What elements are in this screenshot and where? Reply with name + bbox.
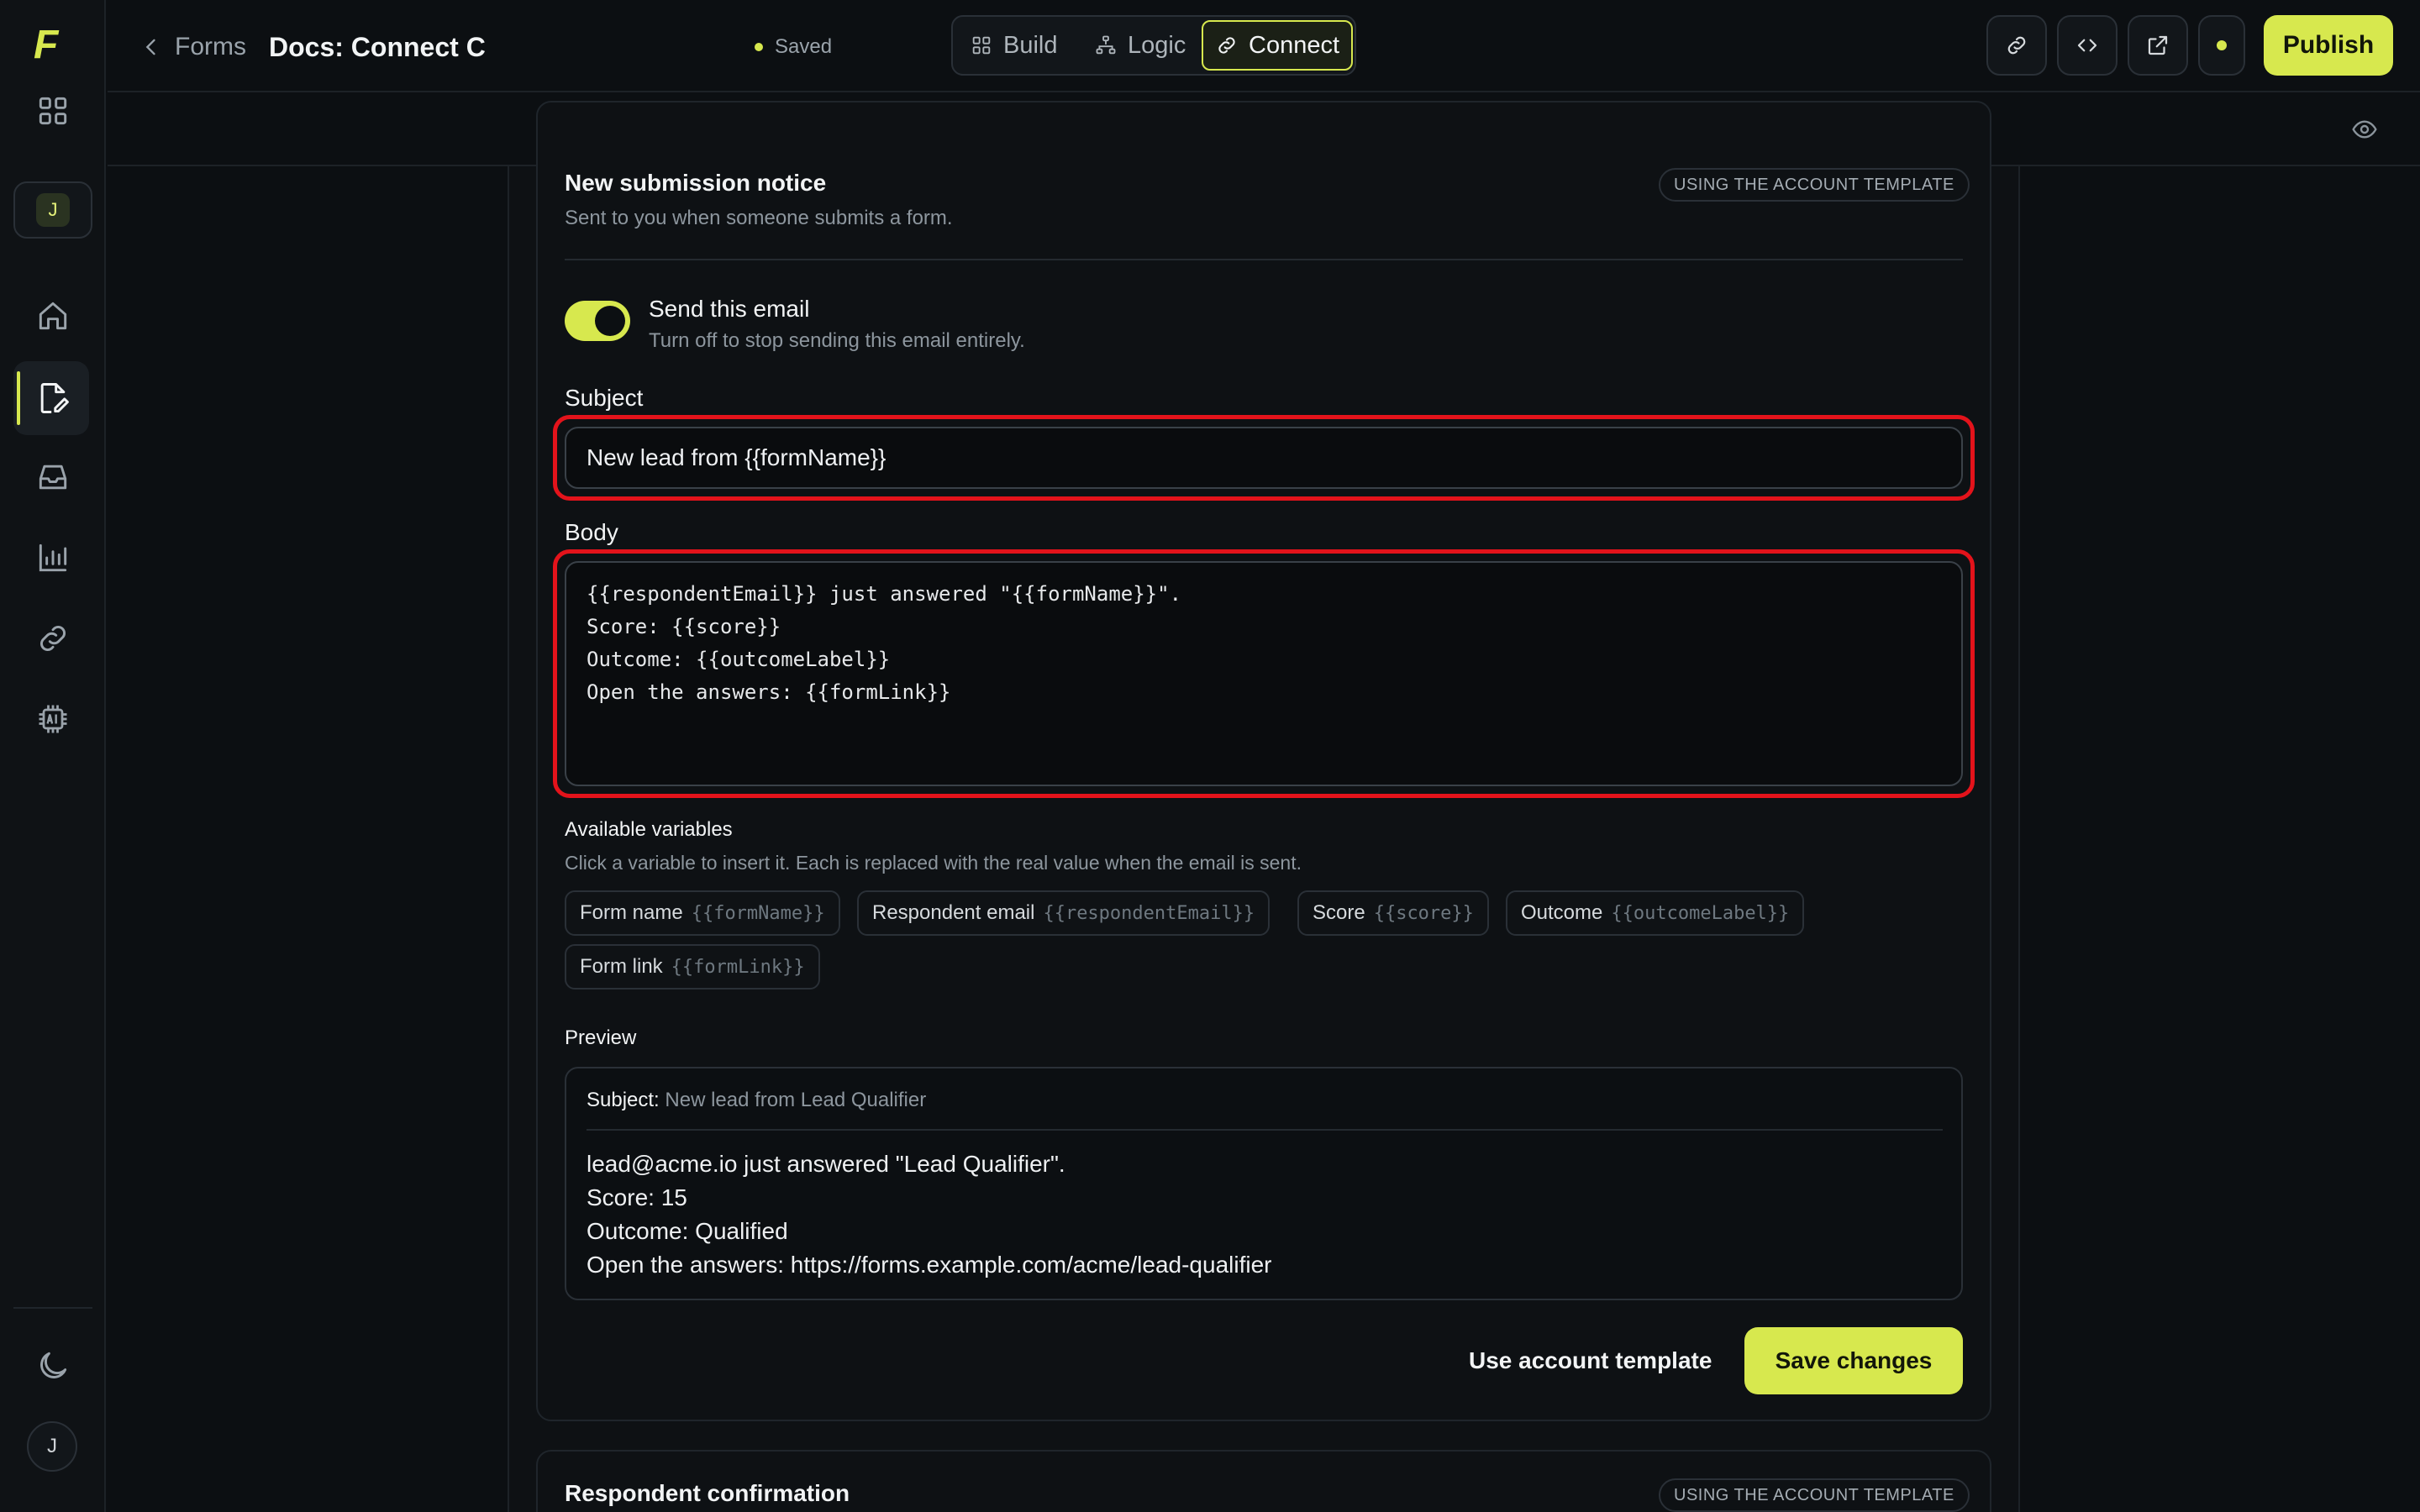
chip-token: {{respondentEmail}}: [1043, 902, 1255, 924]
embed-code-button[interactable]: [2057, 15, 2118, 76]
workspace-avatar: J: [36, 193, 70, 227]
preview-line: Open the answers: https://forms.example.…: [587, 1252, 1272, 1278]
chip-token: {{score}}: [1373, 902, 1474, 924]
body-textarea[interactable]: {{respondentEmail}} just answered "{{for…: [565, 561, 1963, 786]
chevron-left-icon: [145, 39, 155, 55]
preview-body: lead@acme.io just answered "Lead Qualifi…: [587, 1147, 1271, 1282]
publish-status-indicator[interactable]: [2198, 15, 2245, 76]
save-changes-button[interactable]: Save changes: [1744, 1327, 1963, 1394]
use-account-template-button[interactable]: Use account template: [1469, 1337, 1712, 1384]
page-title[interactable]: Docs: Connect C: [269, 29, 486, 66]
preview-line: Score: 15: [587, 1184, 687, 1210]
sidebar-active-indicator: [17, 371, 20, 425]
chip-label: Form name: [580, 901, 683, 924]
preview-line: Outcome: Qualified: [587, 1218, 788, 1244]
subject-input[interactable]: New lead from {{formName}}: [565, 427, 1963, 489]
chip-token: {{formLink}}: [671, 956, 805, 978]
preview-divider: [587, 1129, 1943, 1131]
preview-subject: Subject: New lead from Lead Qualifier: [587, 1089, 926, 1112]
tab-connect-label: Connect: [1249, 31, 1340, 59]
status-dot-icon: [2217, 40, 2227, 50]
account-template-badge: USING THE ACCOUNT TEMPLATE: [1659, 168, 1970, 202]
notice-description: Sent to you when someone submits a form.: [565, 207, 953, 229]
dark-mode-moon-icon[interactable]: [31, 1344, 75, 1388]
variables-title: Available variables: [565, 818, 733, 841]
preview-line: lead@acme.io just answered "Lead Qualifi…: [587, 1151, 1065, 1177]
chip-label: Form link: [580, 955, 663, 978]
save-status: Saved: [755, 32, 832, 62]
copy-link-button[interactable]: [1986, 15, 2047, 76]
toggle-description: Turn off to stop sending this email enti…: [649, 329, 1025, 352]
toggle-title: Send this email: [649, 296, 810, 322]
home-icon[interactable]: [31, 294, 75, 338]
confirmation-title: Respondent confirmation: [565, 1480, 850, 1506]
tab-logic-label: Logic: [1128, 31, 1186, 59]
back-to-forms-link[interactable]: Forms: [139, 29, 246, 66]
notice-divider: [565, 259, 1963, 260]
open-external-button[interactable]: [2128, 15, 2188, 76]
tab-connect[interactable]: Connect: [1202, 20, 1354, 71]
body-label: Body: [565, 519, 618, 545]
preview-subject-label: Subject:: [587, 1089, 660, 1111]
inbox-icon[interactable]: [31, 455, 75, 499]
save-status-label: Saved: [775, 35, 833, 58]
forms-edit-icon[interactable]: [31, 376, 75, 420]
email-preview: Subject: New lead from Lead Qualifier le…: [565, 1067, 1963, 1300]
tab-logic[interactable]: Logic: [1082, 20, 1197, 71]
preview-label: Preview: [565, 1026, 637, 1049]
chip-label: Outcome: [1521, 901, 1603, 924]
tab-build[interactable]: Build: [958, 20, 1070, 71]
toggle-knob: [595, 306, 625, 336]
user-avatar[interactable]: J: [27, 1421, 77, 1472]
chip-label: Score: [1313, 901, 1365, 924]
apps-grid-icon[interactable]: [31, 89, 75, 133]
app-logo[interactable]: F: [34, 25, 71, 66]
publish-button[interactable]: Publish: [2264, 15, 2393, 76]
variable-chip-outcome[interactable]: Outcome {{outcomeLabel}}: [1506, 890, 1805, 936]
variable-chip-respondent-email[interactable]: Respondent email {{respondentEmail}}: [857, 890, 1270, 936]
tab-build-label: Build: [1003, 31, 1058, 59]
link-icon: [2007, 36, 2026, 55]
subject-label: Subject: [565, 385, 644, 411]
sidebar-divider: [13, 1307, 92, 1309]
variable-chip-form-name[interactable]: Form name {{formName}}: [565, 890, 840, 936]
saved-dot-icon: [755, 43, 763, 51]
mode-tabs: Build Logic Connect: [951, 15, 1356, 76]
notice-title: New submission notice: [565, 170, 827, 196]
analytics-icon[interactable]: [31, 536, 75, 580]
integrations-link-icon[interactable]: [31, 617, 75, 660]
code-icon: [2077, 39, 2097, 52]
variable-chip-score[interactable]: Score {{score}}: [1297, 890, 1489, 936]
variables-description: Click a variable to insert it. Each is r…: [565, 852, 1302, 874]
external-link-icon: [2148, 35, 2168, 55]
grid-icon: [972, 36, 991, 55]
preview-eye-icon[interactable]: [2351, 116, 2378, 143]
variable-chip-form-link[interactable]: Form link {{formLink}}: [565, 944, 820, 990]
link-icon: [1218, 37, 1235, 54]
workspace-switcher[interactable]: J: [13, 181, 92, 239]
chip-token: {{formName}}: [691, 902, 825, 924]
preview-subject-value: New lead from Lead Qualifier: [665, 1089, 927, 1111]
sidebar: F J J: [0, 0, 106, 1512]
back-label: Forms: [175, 33, 246, 60]
logic-tree-icon: [1096, 35, 1116, 55]
confirmation-template-badge: USING THE ACCOUNT TEMPLATE: [1659, 1478, 1970, 1512]
ai-chip-icon[interactable]: [31, 697, 75, 741]
chip-label: Respondent email: [872, 901, 1035, 924]
send-email-toggle[interactable]: [565, 301, 630, 341]
chip-token: {{outcomeLabel}}: [1611, 902, 1790, 924]
